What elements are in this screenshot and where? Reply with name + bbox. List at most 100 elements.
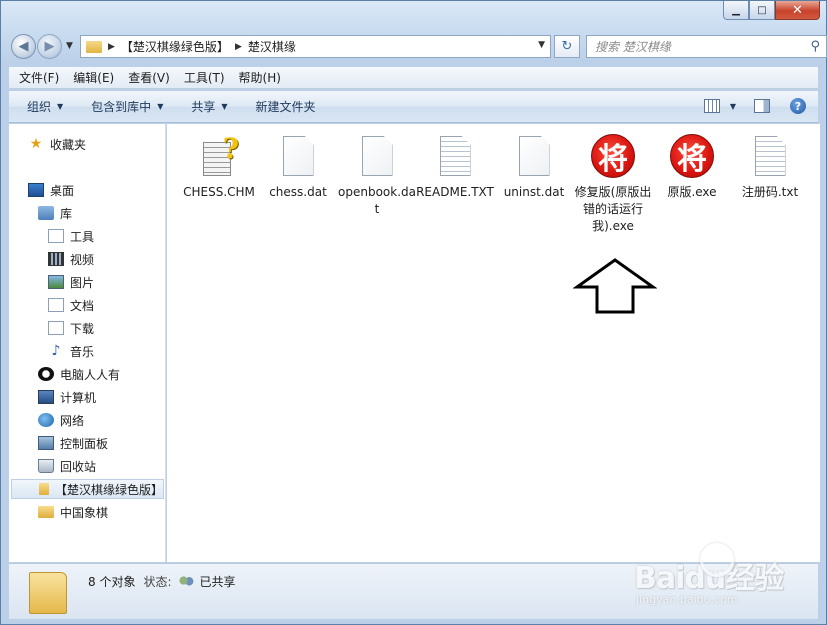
panda-user-icon	[38, 367, 54, 381]
menu-file[interactable]: 文件(F)	[19, 69, 59, 86]
recycle-bin-icon	[38, 459, 54, 473]
file-item[interactable]: 将 原版.exe	[653, 132, 731, 201]
nav-favorites[interactable]: ★ 收藏夹	[28, 134, 86, 154]
back-arrow-icon: ◀	[18, 39, 29, 54]
download-icon	[48, 321, 64, 335]
text-file-icon	[433, 132, 477, 180]
close-button[interactable]: ✕	[775, 1, 820, 20]
control-panel-icon	[38, 436, 54, 450]
refresh-button[interactable]: ↻	[554, 35, 580, 58]
file-name: openbook.dat	[338, 185, 416, 216]
menu-help[interactable]: 帮助(H)	[239, 69, 281, 86]
file-item[interactable]: chess.dat	[259, 132, 337, 201]
nav-label: 收藏夹	[50, 137, 87, 152]
chm-help-icon: ?	[197, 132, 241, 180]
recent-pages-dropdown[interactable]: ▼	[66, 41, 73, 51]
folder-icon	[39, 483, 49, 495]
nav-lib-music[interactable]: ♪ 音乐	[48, 341, 94, 361]
nav-label: 控制面板	[60, 436, 109, 451]
video-icon	[48, 252, 64, 266]
state-label: 状态:	[143, 575, 172, 589]
navigation-pane: ★ 收藏夹 桌面 库 工具 视频 图片 文档 下载 ♪ 音乐 电脑人人有 计算机 网…	[9, 124, 166, 562]
document-icon	[48, 298, 64, 312]
search-input[interactable]: 搜索 楚汉棋缘 ⚲	[586, 35, 827, 58]
file-name: chess.dat	[269, 185, 327, 199]
status-details: 8 个对象 状态: 已共享	[88, 573, 236, 590]
nav-recycle-bin[interactable]: 回收站	[38, 456, 96, 476]
file-name: CHESS.CHM	[183, 185, 255, 199]
menu-view[interactable]: 查看(V)	[128, 69, 170, 86]
nav-desktop[interactable]: 桌面	[28, 180, 74, 200]
text-file-icon	[748, 132, 792, 180]
file-name: README.TXT	[416, 185, 494, 199]
nav-chinese-chess-folder[interactable]: 中国象棋	[38, 502, 108, 522]
include-library-label: 包含到库中	[91, 100, 152, 114]
refresh-icon: ↻	[561, 39, 573, 54]
chevron-right-icon[interactable]: ▶	[108, 42, 115, 52]
chevron-down-icon: ▼	[221, 102, 228, 111]
breadcrumb-item[interactable]: 楚汉棋缘	[248, 38, 296, 55]
nav-selected-folder[interactable]: 【楚汉棋缘绿色版】	[11, 479, 164, 499]
file-item[interactable]: 将 修复版(原版出错的话运行我).exe	[574, 132, 652, 235]
picture-icon	[48, 275, 64, 289]
file-item[interactable]: README.TXT	[416, 132, 494, 201]
chevron-down-icon[interactable]: ▼	[730, 102, 736, 111]
explorer-window: ▁ □ ✕ ◀ ▶ ▼ ▶ 【楚汉棋缘绿色版】 ▶ 楚汉棋缘 ▼ ↻ 搜索 楚汉…	[0, 0, 827, 625]
menu-edit[interactable]: 编辑(E)	[73, 69, 114, 86]
file-item[interactable]: ? CHESS.CHM	[180, 132, 258, 201]
file-item[interactable]: 注册码.txt	[731, 132, 809, 201]
paw-logo-icon	[700, 543, 734, 577]
nav-control-panel[interactable]: 控制面板	[38, 433, 108, 453]
nav-libraries[interactable]: 库	[38, 203, 72, 223]
organize-button[interactable]: 组织 ▼	[27, 98, 63, 115]
chevron-down-icon: ▼	[57, 102, 64, 111]
shared-users-icon	[177, 574, 194, 589]
command-bar: 组织 ▼ 包含到库中 ▼ 共享 ▼ 新建文件夹 ▼ ?	[9, 91, 818, 123]
blank-file-icon	[355, 132, 399, 180]
help-icon[interactable]: ?	[790, 98, 806, 114]
nav-lib-videos[interactable]: 视频	[48, 249, 94, 269]
preview-pane-icon[interactable]	[754, 99, 770, 113]
view-controls: ▼ ?	[703, 98, 806, 114]
up-arrow-annotation	[573, 258, 657, 314]
chess-piece-icon: 将	[591, 132, 635, 180]
include-in-library-button[interactable]: 包含到库中 ▼	[91, 98, 163, 115]
forward-button[interactable]: ▶	[37, 34, 62, 59]
file-item[interactable]: uninst.dat	[495, 132, 573, 201]
chevron-right-icon[interactable]: ▶	[235, 42, 242, 52]
nav-lib-pictures[interactable]: 图片	[48, 272, 94, 292]
file-name: uninst.dat	[503, 185, 565, 199]
view-options-icon[interactable]	[703, 99, 720, 113]
file-name: 原版.exe	[667, 185, 717, 199]
caption-buttons: ▁ □ ✕	[723, 1, 820, 21]
minimize-button[interactable]: ▁	[723, 1, 749, 20]
back-button[interactable]: ◀	[11, 34, 36, 59]
search-icon[interactable]: ⚲	[810, 39, 820, 54]
nav-label: 视频	[70, 252, 95, 267]
nav-label: 下载	[70, 321, 95, 336]
nav-lib-tools[interactable]: 工具	[48, 226, 94, 246]
folder-icon	[86, 40, 102, 53]
nav-label: 库	[60, 206, 73, 221]
chevron-down-icon: ▼	[157, 102, 164, 111]
menu-tools[interactable]: 工具(T)	[184, 69, 225, 86]
address-dropdown-icon[interactable]: ▼	[538, 40, 545, 50]
new-folder-button[interactable]: 新建文件夹	[256, 98, 316, 115]
nav-computer[interactable]: 计算机	[38, 387, 96, 407]
file-item[interactable]: openbook.dat	[338, 132, 416, 218]
address-bar[interactable]: ▶ 【楚汉棋缘绿色版】 ▶ 楚汉棋缘 ▼	[80, 35, 551, 58]
forward-arrow-icon: ▶	[44, 39, 55, 54]
organize-label: 组织	[27, 100, 52, 114]
nav-user-folder[interactable]: 电脑人人有	[38, 364, 120, 384]
folder-icon	[38, 506, 54, 518]
document-library-icon	[48, 229, 64, 243]
nav-lib-downloads[interactable]: 下载	[48, 318, 94, 338]
nav-lib-documents[interactable]: 文档	[48, 295, 94, 315]
maximize-button[interactable]: □	[749, 1, 775, 20]
share-button[interactable]: 共享 ▼	[191, 98, 227, 115]
file-name: 修复版(原版出错的话运行我).exe	[574, 185, 652, 233]
nav-label: 工具	[70, 229, 95, 244]
folder-icon	[29, 572, 67, 614]
breadcrumb-item[interactable]: 【楚汉棋缘绿色版】	[121, 38, 229, 55]
nav-network[interactable]: 网络	[38, 410, 84, 430]
